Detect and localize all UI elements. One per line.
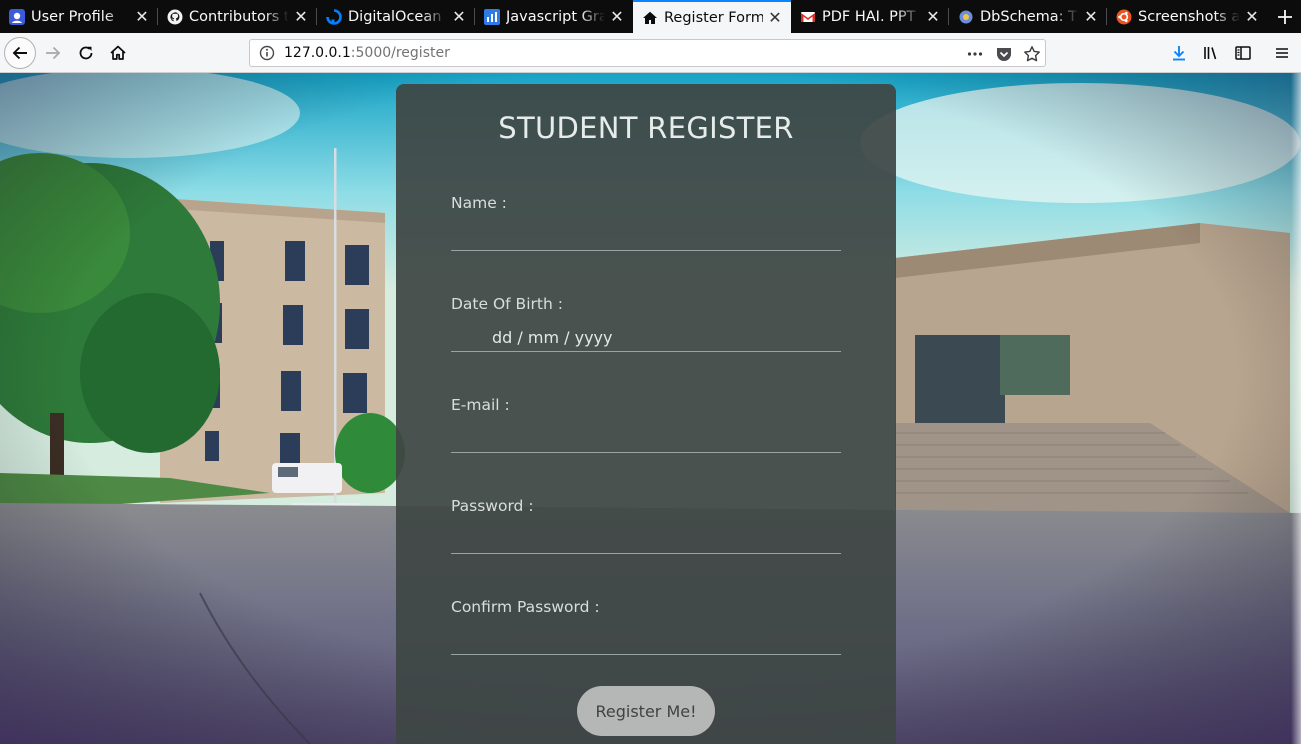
sidebar-icon [1235, 46, 1251, 60]
close-icon[interactable]: ✕ [134, 7, 150, 26]
form-title: STUDENT REGISTER [498, 111, 794, 145]
tab-screenshots[interactable]: Screenshots a ✕ [1107, 0, 1268, 33]
password-label: Password : [451, 497, 534, 515]
email-label: E-mail : [451, 396, 510, 414]
tab-register-form[interactable]: Register Form ✕ [633, 0, 791, 33]
close-icon[interactable]: ✕ [293, 7, 309, 26]
tab-digitalocean[interactable]: DigitalOcean - C ✕ [317, 0, 475, 33]
tab-javascript-graph[interactable]: Javascript Graph ✕ [475, 0, 633, 33]
date-of-birth-input[interactable] [451, 324, 841, 352]
close-icon[interactable]: ✕ [1083, 7, 1099, 26]
info-icon[interactable] [259, 45, 275, 61]
url-path: :5000/register [350, 45, 450, 61]
tab-title: DbSchema: The [980, 8, 1079, 25]
navigation-toolbar: 127.0.0.1:5000/register [0, 33, 1301, 73]
register-form-card: STUDENT REGISTER Name : Date Of Birth : … [396, 84, 896, 744]
tab-title: User Profile [31, 8, 114, 25]
url-host: 127.0.0.1 [284, 45, 351, 61]
close-icon[interactable]: ✕ [451, 7, 467, 26]
tab-strip: User Profile ✕ Contributors to ✕ Digital… [0, 0, 1301, 33]
tab-contributors[interactable]: Contributors to ✕ [158, 0, 317, 33]
downloads-button[interactable] [1169, 43, 1189, 63]
gmail-icon [800, 9, 816, 25]
reload-icon [79, 46, 93, 60]
back-button[interactable] [4, 37, 36, 69]
url-text[interactable]: 127.0.0.1:5000/register [284, 45, 450, 61]
download-icon [1173, 46, 1185, 61]
forward-button[interactable] [42, 43, 64, 63]
tab-title: Contributors to [189, 8, 289, 25]
library-button[interactable] [1201, 43, 1221, 63]
ubuntu-icon [1116, 9, 1132, 25]
page-actions-icon[interactable] [966, 45, 984, 63]
arrow-left-icon [12, 46, 27, 60]
tab-title: DigitalOcean - C [348, 8, 447, 25]
tab-title: Screenshots a [1138, 8, 1240, 25]
email-input[interactable] [451, 425, 841, 453]
tab-title: Javascript Graph [506, 8, 605, 25]
plus-icon [1277, 9, 1292, 24]
close-icon[interactable]: ✕ [925, 7, 941, 26]
confirm-password-label: Confirm Password : [451, 598, 600, 616]
library-icon [1204, 47, 1217, 60]
new-tab-button[interactable] [1268, 0, 1301, 33]
reload-button[interactable] [75, 43, 97, 63]
tab-gmail[interactable]: PDF HAI. PPT H ✕ [791, 0, 949, 33]
sidebar-button[interactable] [1233, 43, 1253, 63]
user-profile-favicon [9, 8, 25, 25]
name-label: Name : [451, 194, 507, 212]
close-icon[interactable]: ✕ [767, 8, 783, 27]
confirm-password-input[interactable] [451, 627, 841, 655]
address-bar[interactable]: 127.0.0.1:5000/register [249, 39, 1046, 67]
close-icon[interactable]: ✕ [609, 7, 625, 26]
tab-title: PDF HAI. PPT H [822, 8, 921, 25]
dob-label: Date Of Birth : [451, 295, 563, 313]
register-button[interactable]: Register Me! [577, 686, 715, 736]
menu-button[interactable] [1272, 43, 1292, 63]
tab-dbschema[interactable]: DbSchema: The ✕ [949, 0, 1107, 33]
dbschema-icon [958, 9, 974, 25]
arrow-right-icon [46, 46, 61, 60]
home-icon [642, 10, 658, 26]
chart-favicon [484, 8, 500, 25]
tab-title: Register Form [664, 9, 763, 26]
close-icon[interactable]: ✕ [1244, 7, 1260, 26]
tab-user-profile[interactable]: User Profile ✕ [0, 0, 158, 33]
pocket-icon[interactable] [995, 45, 1013, 63]
home-button[interactable] [107, 43, 129, 63]
hamburger-menu-icon [1276, 48, 1288, 58]
github-icon [167, 9, 183, 25]
page-content: STUDENT REGISTER Name : Date Of Birth : … [0, 73, 1301, 744]
page-scrollbar[interactable] [1291, 73, 1301, 744]
home-icon [110, 45, 126, 60]
digitalocean-icon [326, 8, 342, 25]
password-input[interactable] [451, 526, 841, 554]
bookmark-star-icon[interactable] [1023, 45, 1041, 63]
name-input[interactable] [451, 223, 841, 251]
